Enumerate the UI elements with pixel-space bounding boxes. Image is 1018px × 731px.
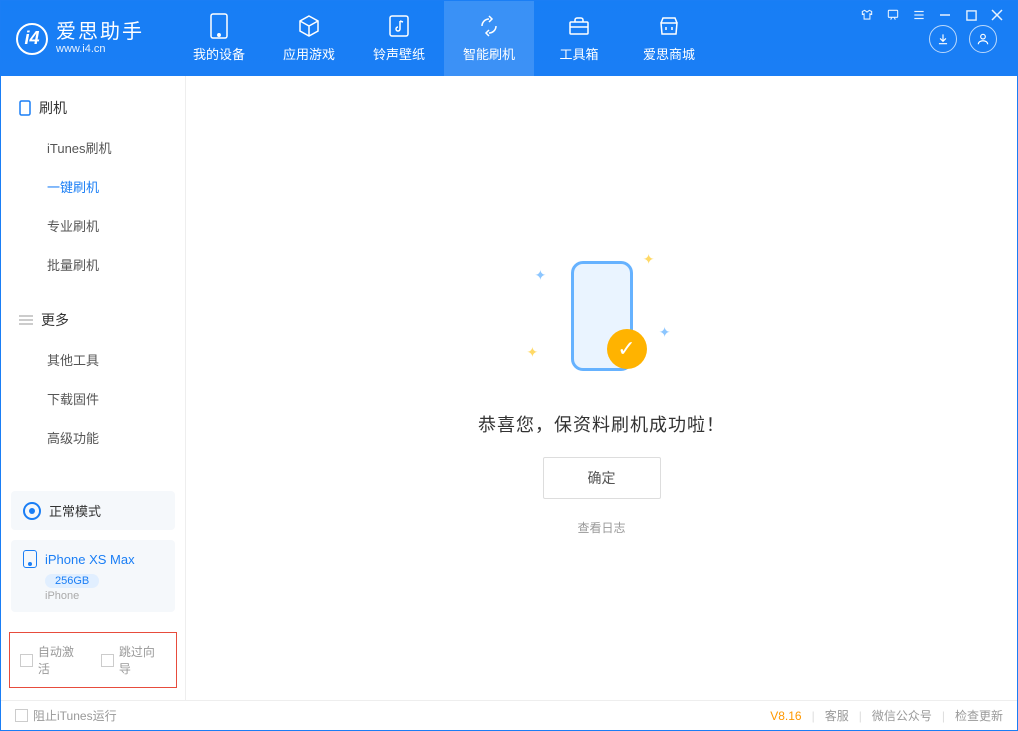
tab-my-device[interactable]: 我的设备 [174, 1, 264, 76]
checkbox-block-itunes[interactable]: 阻止iTunes运行 [15, 707, 117, 724]
sidebar: 刷机 iTunes刷机 一键刷机 专业刷机 批量刷机 更多 其他工具 下载固件 … [1, 76, 186, 700]
wechat-link[interactable]: 微信公众号 [872, 707, 932, 724]
support-link[interactable]: 客服 [825, 707, 849, 724]
device-info[interactable]: iPhone XS Max 256GB iPhone [11, 540, 175, 612]
sparkle-icon: ✦ [643, 251, 655, 268]
tab-smart-flash[interactable]: 智能刷机 [444, 1, 534, 76]
tab-label: 我的设备 [193, 44, 245, 63]
sidebar-header-more: 更多 [1, 304, 185, 336]
list-icon [19, 314, 33, 326]
checkbox-box [20, 654, 33, 667]
window-controls [859, 7, 1005, 23]
user-button[interactable] [969, 25, 997, 53]
check-update-link[interactable]: 检查更新 [955, 707, 1003, 724]
store-icon [657, 14, 681, 38]
tab-label: 爱思商城 [643, 44, 695, 63]
sparkle-icon: ✦ [535, 267, 547, 284]
device-type: iPhone [45, 590, 163, 602]
success-message: 恭喜您，保资料刷机成功啦！ [478, 411, 725, 437]
tab-toolbox[interactable]: 工具箱 [534, 1, 624, 76]
tab-label: 铃声壁纸 [373, 44, 425, 63]
view-log-link[interactable]: 查看日志 [577, 519, 625, 536]
sidebar-item-itunes-flash[interactable]: iTunes刷机 [1, 128, 185, 167]
main-tabs: 我的设备 应用游戏 铃声壁纸 智能刷机 工具箱 爱思商城 [174, 1, 714, 76]
device-icon [207, 14, 231, 38]
minimize-button[interactable] [937, 7, 953, 23]
success-illustration: ✦ ✦ ✦ ✦ ✓ [527, 241, 677, 391]
phone-small-icon [19, 100, 31, 116]
device-mode-label: 正常模式 [49, 501, 101, 520]
footer-right: V8.16 | 客服 | 微信公众号 | 检查更新 [770, 707, 1003, 724]
shirt-icon[interactable] [859, 7, 875, 23]
device-mode[interactable]: 正常模式 [11, 491, 175, 530]
tab-label: 智能刷机 [463, 44, 515, 63]
mode-icon [23, 502, 41, 520]
sync-icon [477, 14, 501, 38]
sidebar-item-onekey-flash[interactable]: 一键刷机 [1, 167, 185, 206]
sparkle-icon: ✦ [527, 344, 539, 361]
sidebar-section-flash: 刷机 iTunes刷机 一键刷机 专业刷机 批量刷机 [1, 76, 185, 288]
tab-apps-games[interactable]: 应用游戏 [264, 1, 354, 76]
download-button[interactable] [929, 25, 957, 53]
phone-icon [23, 550, 37, 568]
checkbox-box [101, 654, 114, 667]
app-logo[interactable]: i4 爱思助手 www.i4.cn [16, 21, 144, 55]
sidebar-section-more: 更多 其他工具 下载固件 高级功能 [1, 288, 185, 461]
maximize-button[interactable] [963, 7, 979, 23]
sidebar-item-pro-flash[interactable]: 专业刷机 [1, 206, 185, 245]
toolbox-icon [567, 14, 591, 38]
app-body: 刷机 iTunes刷机 一键刷机 专业刷机 批量刷机 更多 其他工具 下载固件 … [1, 76, 1017, 700]
bottom-options-highlighted: 自动激活 跳过向导 [9, 632, 177, 688]
tab-label: 应用游戏 [283, 44, 335, 63]
app-header: i4 爱思助手 www.i4.cn 我的设备 应用游戏 铃声壁纸 智能刷机 工具… [1, 1, 1017, 76]
sidebar-item-batch-flash[interactable]: 批量刷机 [1, 245, 185, 284]
device-capacity: 256GB [45, 574, 99, 588]
sidebar-header-flash: 刷机 [1, 92, 185, 124]
sidebar-item-advanced[interactable]: 高级功能 [1, 418, 185, 457]
checkbox-box [15, 709, 28, 722]
version-label: V8.16 [770, 709, 801, 723]
ok-button[interactable]: 确定 [543, 457, 661, 499]
check-badge-icon: ✓ [607, 329, 647, 369]
feedback-icon[interactable] [885, 7, 901, 23]
device-name: iPhone XS Max [45, 552, 135, 567]
sparkle-icon: ✦ [659, 324, 671, 341]
tab-store[interactable]: 爱思商城 [624, 1, 714, 76]
checkbox-skip-guide[interactable]: 跳过向导 [101, 643, 166, 677]
menu-icon[interactable] [911, 7, 927, 23]
logo-icon: i4 [16, 23, 48, 55]
main-content: ✦ ✦ ✦ ✦ ✓ 恭喜您，保资料刷机成功啦！ 确定 查看日志 [186, 76, 1017, 700]
sidebar-item-download-firmware[interactable]: 下载固件 [1, 379, 185, 418]
device-panel: 正常模式 iPhone XS Max 256GB iPhone [11, 491, 175, 622]
tab-ringtones[interactable]: 铃声壁纸 [354, 1, 444, 76]
checkbox-auto-activate[interactable]: 自动激活 [20, 643, 85, 677]
app-title: 爱思助手 [56, 21, 144, 43]
sidebar-item-other-tools[interactable]: 其他工具 [1, 340, 185, 379]
app-subtitle: www.i4.cn [56, 43, 144, 55]
footer: 阻止iTunes运行 V8.16 | 客服 | 微信公众号 | 检查更新 [1, 700, 1017, 730]
cube-icon [297, 14, 321, 38]
header-right [929, 25, 997, 53]
close-button[interactable] [989, 7, 1005, 23]
music-icon [387, 14, 411, 38]
tab-label: 工具箱 [559, 44, 598, 63]
